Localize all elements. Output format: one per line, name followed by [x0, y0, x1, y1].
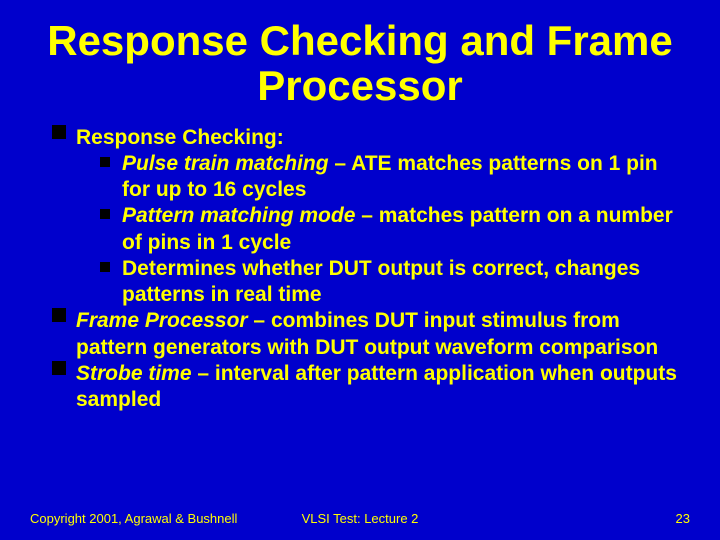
bullet-icon: [100, 209, 110, 219]
bullet-frame-processor: Frame Processor – combines DUT input sti…: [52, 308, 690, 361]
slide-title: Response Checking and Frame Processor: [30, 18, 690, 109]
slide-content: Response Checking: Pulse train matching …: [30, 125, 690, 414]
bullet-icon: [52, 361, 66, 375]
footer-page-number: 23: [676, 511, 690, 526]
bullet-icon: [100, 262, 110, 272]
sub-bullet-determines: Determines whether DUT output is correct…: [100, 256, 690, 309]
bullet-em: Frame Processor: [76, 309, 248, 332]
bullet-response-checking: Response Checking: Pulse train matching …: [52, 125, 690, 309]
bullet-icon: [100, 157, 110, 167]
sub-bullet-rest: Determines whether DUT output is correct…: [122, 257, 640, 306]
bullet-icon: [52, 308, 66, 322]
slide: Response Checking and Frame Processor Re…: [0, 0, 720, 540]
slide-footer: Copyright 2001, Agrawal & Bushnell VLSI …: [30, 511, 690, 526]
sub-bullet-em: Pattern matching mode: [122, 204, 355, 227]
bullet-strobe-time: Strobe time – interval after pattern app…: [52, 361, 690, 414]
bullet-em: Strobe time: [76, 362, 192, 385]
bullet-text: Response Checking:: [76, 126, 284, 149]
sub-bullet-pattern-matching: Pattern matching mode – matches pattern …: [100, 203, 690, 256]
footer-copyright: Copyright 2001, Agrawal & Bushnell: [30, 511, 237, 526]
sub-bullet-em: Pulse train matching: [122, 152, 329, 175]
bullet-icon: [52, 125, 66, 139]
sub-bullet-pulse-train: Pulse train matching – ATE matches patte…: [100, 151, 690, 204]
sub-list: Pulse train matching – ATE matches patte…: [76, 151, 690, 309]
